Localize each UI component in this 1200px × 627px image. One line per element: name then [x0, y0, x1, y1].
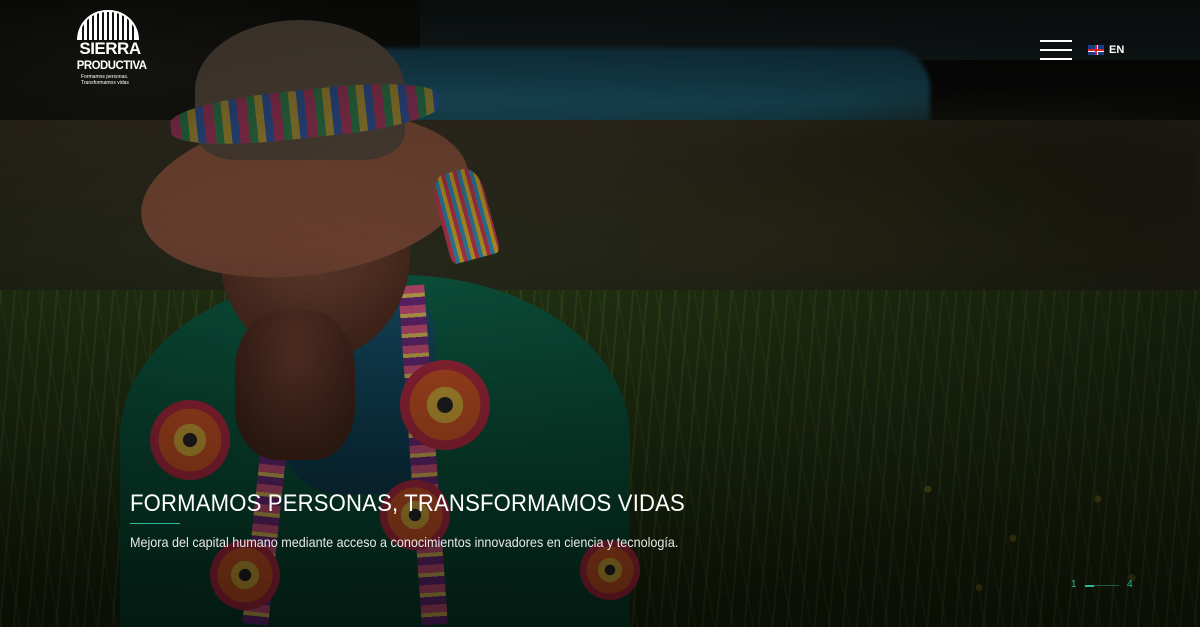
menu-bar — [1040, 40, 1072, 42]
language-label: EN — [1109, 44, 1125, 56]
logo-name-line1: SIERRA — [79, 39, 141, 58]
site-logo[interactable]: SIERRA PRODUCTIVA Formamos personas. Tra… — [75, 10, 147, 92]
hero-slider: SIERRA PRODUCTIVA Formamos personas. Tra… — [0, 0, 1200, 627]
logo-tagline: Formamos personas. Transformamos vidas — [81, 74, 129, 86]
pager-total: 4 — [1127, 579, 1133, 590]
slide-title: FORMAMOS PERSONAS, TRANSFORMAMOS VIDAS — [130, 490, 685, 517]
logo-name-line2: PRODUCTIVA — [76, 58, 147, 72]
pager-progress-track — [1085, 584, 1119, 587]
language-switcher[interactable]: EN — [1088, 42, 1124, 58]
title-underline — [130, 523, 180, 524]
pager-current: 1 — [1071, 579, 1077, 590]
menu-bar — [1040, 49, 1072, 51]
uk-flag-icon — [1088, 45, 1104, 55]
slide-pager[interactable]: 1 4 — [1068, 578, 1138, 592]
pager-progress-fill — [1085, 584, 1094, 587]
menu-bar — [1040, 58, 1072, 60]
slide-subtitle: Mejora del capital humano mediante acces… — [130, 534, 679, 550]
logo-emblem-icon — [77, 10, 139, 40]
hamburger-menu-icon[interactable] — [1040, 40, 1072, 62]
